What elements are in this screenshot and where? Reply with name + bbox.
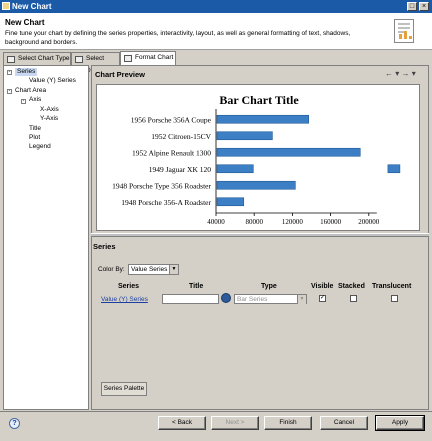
- collapse-axis-icon[interactable]: -: [21, 99, 26, 104]
- x-tick-label: 80000: [245, 218, 263, 226]
- preview-nav: ← ▾ → ▾: [385, 69, 416, 78]
- stacked-checkbox[interactable]: [350, 295, 357, 302]
- help-icon[interactable]: ?: [9, 418, 20, 429]
- chevron-down-icon: ▼: [169, 265, 178, 274]
- column-header-type: Type: [261, 283, 277, 290]
- finish-button[interactable]: Finish: [264, 416, 312, 430]
- wizard-header: New Chart Fine tune your chart by defini…: [0, 13, 432, 50]
- tree-item-chart-area[interactable]: Chart Area: [15, 87, 46, 95]
- bar: [216, 131, 273, 141]
- bar: [216, 147, 361, 157]
- expression-builder-icon[interactable]: [221, 293, 231, 303]
- maximize-button[interactable]: □: [407, 2, 417, 11]
- apply-button[interactable]: Apply: [375, 415, 425, 431]
- x-tick-label: 120000: [282, 218, 304, 226]
- category-label: 1956 Porsche 356A Coupe: [131, 115, 212, 124]
- x-tick-label: 40000: [207, 218, 225, 226]
- window-title: New Chart: [12, 2, 52, 11]
- tree-item-x-axis[interactable]: X-Axis: [40, 106, 59, 114]
- category-label: 1952 Citroen-15CV: [151, 132, 211, 141]
- column-header-translucent: Translucent: [372, 283, 412, 290]
- chevron-down-icon: ▼: [297, 295, 306, 304]
- chart-title: Bar Chart Title: [219, 93, 299, 107]
- series-type-select[interactable]: Bar Series ▼: [234, 294, 307, 304]
- column-header-title: Title: [189, 283, 204, 290]
- back-button[interactable]: < Back: [158, 416, 206, 430]
- value-series-link[interactable]: Value (Y) Series: [101, 296, 148, 303]
- tree-item-series[interactable]: Series: [15, 68, 38, 76]
- tree-item-y-axis[interactable]: Y-Axis: [40, 115, 58, 123]
- chart-preview: Bar Chart Title 1956 Porsche 356A Coupe 1…: [96, 84, 420, 231]
- chart-wizard-icon: [394, 19, 414, 43]
- close-button[interactable]: ×: [419, 2, 429, 11]
- tab-select-chart-type[interactable]: Select Chart Type: [3, 52, 71, 65]
- window-titlebar: New Chart: [0, 0, 432, 13]
- app-icon: [2, 2, 10, 10]
- series-palette-button[interactable]: Series Palette: [101, 382, 147, 396]
- tree-item-title[interactable]: Title: [29, 125, 41, 133]
- column-header-visible: Visible: [311, 283, 334, 290]
- category-label: 1952 Alpine Renault 1300: [132, 148, 211, 157]
- category-label: 1949 Jaguar XK 120: [149, 165, 212, 174]
- category-label: 1948 Porsche Type 356 Roadster: [112, 181, 211, 190]
- forward-arrow-icon[interactable]: →: [401, 69, 409, 78]
- back-arrow-icon[interactable]: ←: [385, 69, 393, 78]
- color-by-select[interactable]: Value Series ▼: [128, 264, 179, 275]
- color-by-label: Color By:: [98, 266, 125, 273]
- page-title: New Chart: [5, 18, 45, 27]
- bar: [216, 180, 296, 190]
- overflow-bar: [387, 164, 401, 174]
- tree-item-axis[interactable]: Axis: [29, 96, 41, 104]
- chart-type-icon: [7, 56, 15, 63]
- data-icon: [75, 56, 83, 63]
- menu-icon[interactable]: ▾: [412, 69, 416, 78]
- visible-checkbox[interactable]: ✓: [319, 295, 326, 302]
- tree-item-plot[interactable]: Plot: [29, 134, 40, 142]
- cancel-button[interactable]: Cancel: [320, 416, 368, 430]
- tab-format-chart[interactable]: Format Chart: [120, 51, 176, 65]
- series-heading: Series: [93, 242, 116, 251]
- tab-select-data[interactable]: Select Data: [71, 52, 120, 74]
- dropdown-icon[interactable]: ▾: [395, 69, 399, 78]
- format-icon: [124, 55, 132, 62]
- footer-divider: [0, 411, 432, 412]
- splitter[interactable]: [91, 233, 429, 237]
- tree-item-legend[interactable]: Legend: [29, 143, 51, 151]
- series-title-input[interactable]: [162, 294, 219, 304]
- bar: [216, 197, 245, 207]
- chart-preview-heading: Chart Preview: [95, 70, 146, 79]
- category-label: 1948 Porsche 356-A Roadster: [121, 198, 211, 207]
- bar: [216, 114, 309, 124]
- collapse-series-icon[interactable]: -: [7, 70, 12, 75]
- bar-chart: Bar Chart Title 1956 Porsche 356A Coupe 1…: [112, 93, 401, 226]
- tree-item-value-series[interactable]: Value (Y) Series: [29, 77, 76, 85]
- column-header-stacked: Stacked: [338, 283, 365, 290]
- x-tick-label: 160000: [320, 218, 342, 226]
- translucent-checkbox[interactable]: [391, 295, 398, 302]
- x-tick-label: 200000: [358, 218, 380, 226]
- column-header-series: Series: [118, 283, 140, 290]
- next-button[interactable]: Next >: [211, 416, 259, 430]
- collapse-chart-area-icon[interactable]: -: [7, 89, 12, 94]
- bar: [216, 164, 254, 174]
- page-description: Fine tune your chart by defining the ser…: [5, 30, 351, 46]
